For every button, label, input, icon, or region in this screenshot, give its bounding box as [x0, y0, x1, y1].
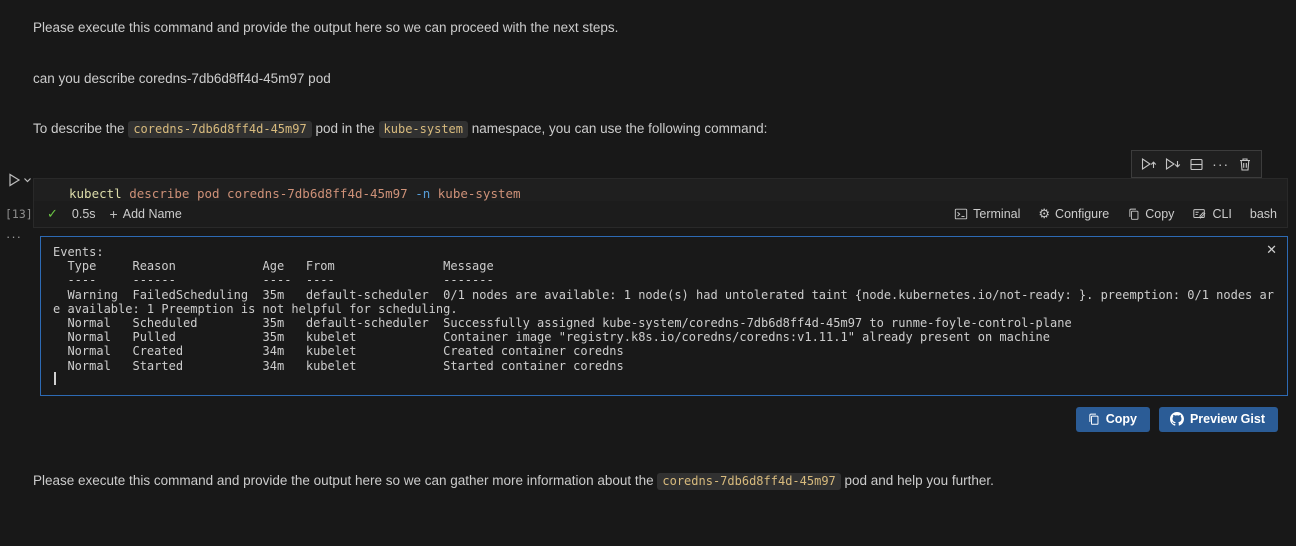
assistant-message-2-mid: pod in the — [311, 121, 379, 136]
preview-gist-button[interactable]: Preview Gist — [1158, 407, 1278, 432]
inline-code-namespace: kube-system — [378, 121, 468, 138]
assistant-message-3-prefix: Please execute this command and provide … — [33, 473, 658, 488]
code-token-flag: -n — [415, 186, 431, 201]
user-message: can you describe coredns-7db6d8ff4d-45m9… — [33, 71, 331, 86]
copy-output-label: Copy — [1105, 412, 1137, 426]
gear-icon: ⚙ — [1038, 206, 1051, 221]
cell-status-bar: ✓ 0.5s + Add Name Terminal ⚙ Configure C… — [34, 201, 1287, 227]
inline-code-pod-name: coredns-7db6d8ff4d-45m97 — [128, 121, 312, 138]
assistant-message-3: Please execute this command and provide … — [33, 473, 994, 490]
cli-icon — [1193, 209, 1206, 219]
code-cell: kubectl describe pod coredns-7db6d8ff4d-… — [33, 178, 1288, 228]
assistant-message-2-prefix: To describe the — [33, 121, 129, 136]
terminal-cursor — [54, 372, 56, 385]
terminal-button[interactable]: Terminal — [954, 207, 1020, 221]
close-output-icon[interactable]: ✕ — [1266, 242, 1277, 258]
copy-output-button[interactable]: Copy — [1075, 407, 1150, 432]
add-name-label: Add Name — [122, 207, 182, 221]
github-icon — [1169, 412, 1184, 426]
cell-output-terminal: Events: Type Reason Age From Message ---… — [40, 236, 1288, 396]
copy-icon — [1129, 208, 1139, 220]
preview-gist-label: Preview Gist — [1189, 412, 1265, 426]
chevron-down-icon — [24, 178, 31, 183]
terminal-label: Terminal — [973, 207, 1021, 221]
execution-count: [13] — [5, 207, 33, 221]
cell-toolbar: ··· — [1131, 150, 1262, 178]
execute-above-icon[interactable] — [1138, 154, 1158, 174]
copy-cell-button[interactable]: Copy — [1127, 207, 1174, 221]
copy-icon — [1089, 413, 1099, 425]
assistant-message-3-suffix: pod and help you further. — [840, 473, 994, 488]
output-actions: Copy Preview Gist — [1075, 407, 1278, 432]
execute-below-icon[interactable] — [1162, 154, 1182, 174]
success-check-icon: ✓ — [47, 206, 58, 221]
run-cell-button[interactable] — [6, 172, 32, 188]
plus-icon: + — [109, 206, 118, 222]
cli-button[interactable]: CLI — [1192, 207, 1232, 221]
copy-cell-label: Copy — [1145, 207, 1175, 221]
language-selector[interactable]: bash — [1250, 207, 1277, 221]
configure-label: Configure — [1055, 207, 1110, 221]
delete-cell-icon[interactable] — [1235, 154, 1255, 174]
cli-label: CLI — [1212, 207, 1232, 221]
notebook-page: { "colors": { "page_bg": "#181818", "cel… — [0, 0, 1296, 546]
terminal-icon — [954, 208, 968, 220]
terminal-output-text: Events: Type Reason Age From Message ---… — [53, 245, 1274, 373]
add-name-button[interactable]: + Add Name — [110, 206, 182, 222]
execution-duration: 0.5s — [71, 207, 96, 221]
code-token-flag-value: kube-system — [430, 186, 521, 201]
assistant-message-2-suffix: namespace, you can use the following com… — [468, 121, 768, 136]
split-cell-icon[interactable] — [1186, 154, 1206, 174]
status-right: Terminal ⚙ Configure Copy CLI bash — [936, 206, 1277, 222]
assistant-message-1: Please execute this command and provide … — [33, 20, 619, 35]
cell-more-menu[interactable]: ··· — [6, 229, 22, 244]
inline-code-pod-name-2: coredns-7db6d8ff4d-45m97 — [657, 473, 841, 490]
assistant-message-2: To describe the coredns-7db6d8ff4d-45m97… — [33, 121, 768, 138]
status-left: ✓ 0.5s + Add Name — [47, 206, 196, 222]
language-label: bash — [1249, 207, 1277, 221]
more-actions-icon[interactable]: ··· — [1211, 154, 1231, 174]
play-icon — [9, 173, 21, 187]
code-token-arguments: describe pod coredns-7db6d8ff4d-45m97 — [121, 186, 416, 201]
code-token-command: kubectl — [69, 186, 122, 201]
configure-button[interactable]: ⚙ Configure — [1038, 206, 1109, 222]
